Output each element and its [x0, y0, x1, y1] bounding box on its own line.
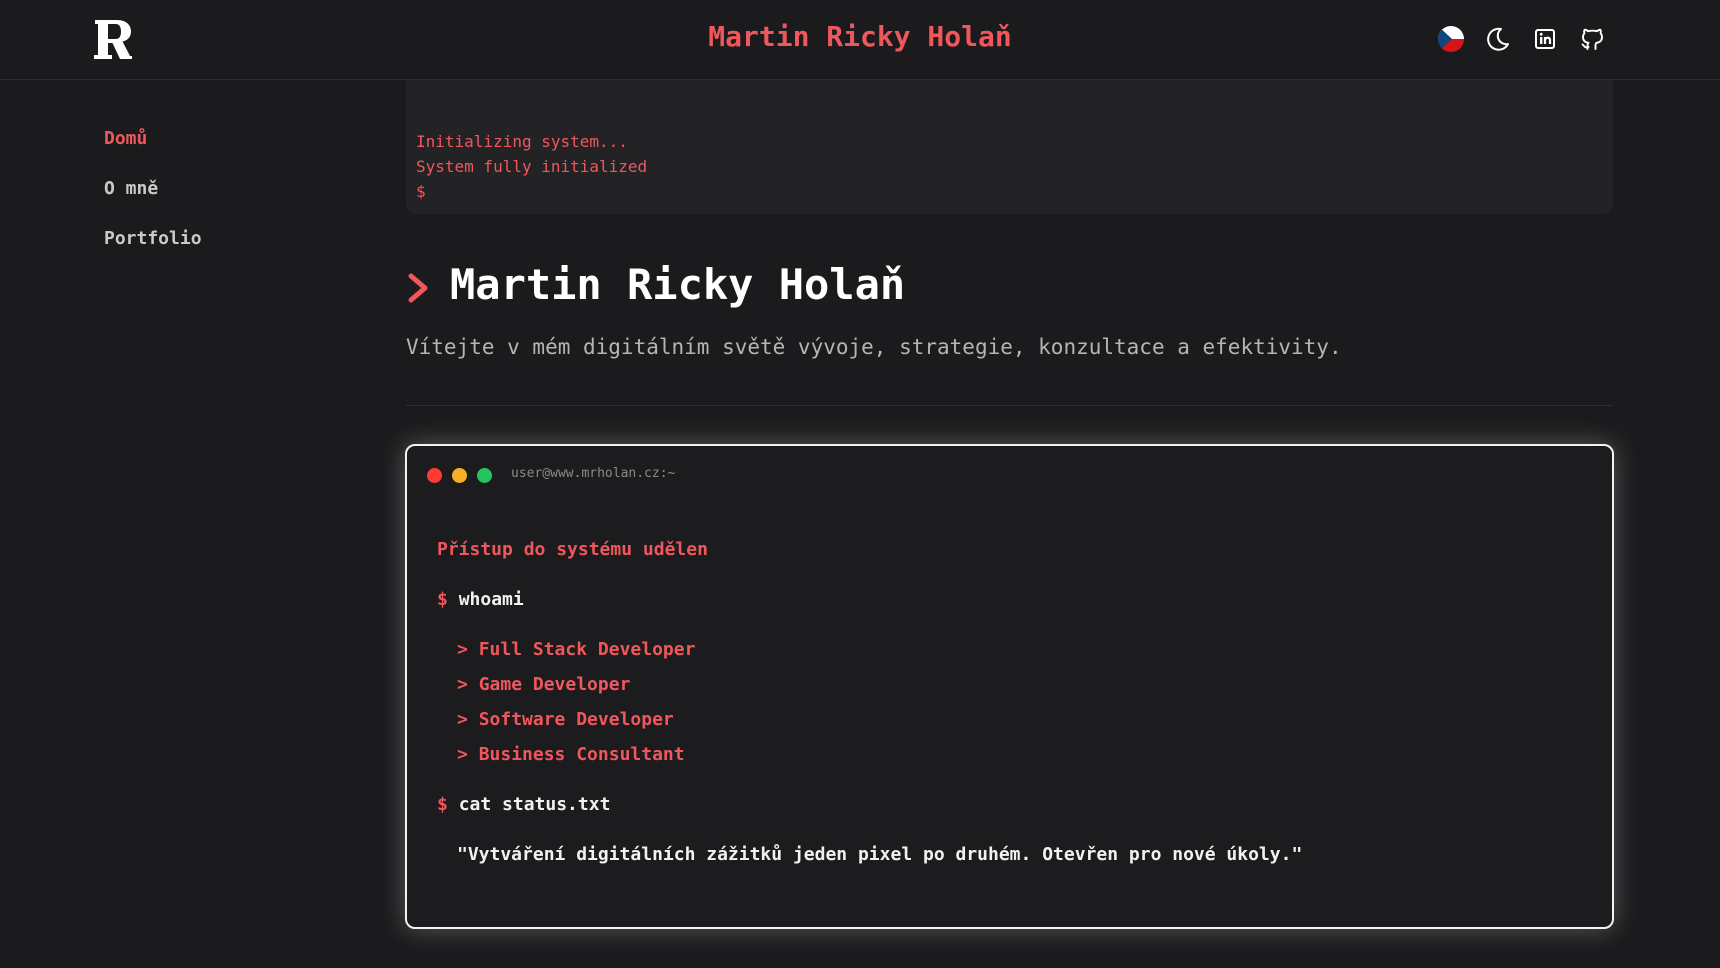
- role-marker: >: [457, 674, 468, 695]
- role-item: > Full Stack Developer: [457, 639, 695, 661]
- czech-flag-icon[interactable]: [1437, 25, 1465, 53]
- role-text: Full Stack Developer: [478, 639, 696, 660]
- command-text: whoami: [458, 589, 524, 610]
- page-subtitle: Vítejte v mém digitálním světě vývoje, s…: [406, 335, 1342, 359]
- role-item: > Business Consultant: [457, 744, 685, 766]
- window-maximize-dot[interactable]: [477, 468, 492, 483]
- role-text: Software Developer: [478, 709, 674, 730]
- role-marker: >: [457, 709, 468, 730]
- moon-icon[interactable]: [1484, 25, 1512, 53]
- role-item: > Game Developer: [457, 674, 630, 696]
- command-line: $ cat status.txt: [437, 794, 610, 816]
- terminal-path: user@www.mrholan.cz:~: [511, 466, 676, 481]
- boot-line: System fully initialized: [416, 157, 648, 176]
- role-item: > Software Developer: [457, 709, 674, 731]
- linkedin-icon[interactable]: [1531, 25, 1559, 53]
- command-line: $ whoami: [437, 589, 524, 611]
- github-icon[interactable]: [1578, 25, 1606, 53]
- window-minimize-dot[interactable]: [452, 468, 467, 483]
- chevron-right-icon: [408, 273, 428, 303]
- boot-console: Initializing system... System fully init…: [406, 80, 1613, 214]
- sidebar-item-home[interactable]: Domů: [104, 128, 202, 150]
- sidebar-item-about[interactable]: O mně: [104, 178, 202, 200]
- status-text: "Vytváření digitálních zážitků jeden pix…: [457, 844, 1303, 865]
- site-header: Martin Ricky Holaň: [0, 0, 1720, 80]
- role-text: Business Consultant: [478, 744, 685, 765]
- role-marker: >: [457, 639, 468, 660]
- sidebar-item-portfolio[interactable]: Portfolio: [104, 228, 202, 250]
- role-marker: >: [457, 744, 468, 765]
- prompt-symbol: $: [437, 794, 448, 815]
- divider: [406, 405, 1613, 406]
- terminal-window: user@www.mrholan.cz:~ Přístup do systému…: [405, 444, 1614, 929]
- role-text: Game Developer: [478, 674, 631, 695]
- boot-line: Initializing system...: [416, 132, 628, 151]
- command-text: cat status.txt: [458, 794, 611, 815]
- prompt-symbol: $: [437, 589, 448, 610]
- window-close-dot[interactable]: [427, 468, 442, 483]
- access-granted-text: Přístup do systému udělen: [437, 539, 708, 560]
- boot-prompt: $: [416, 182, 426, 201]
- sidebar-nav: Domů O mně Portfolio: [104, 128, 202, 278]
- page-title: Martin Ricky Holaň: [450, 260, 906, 309]
